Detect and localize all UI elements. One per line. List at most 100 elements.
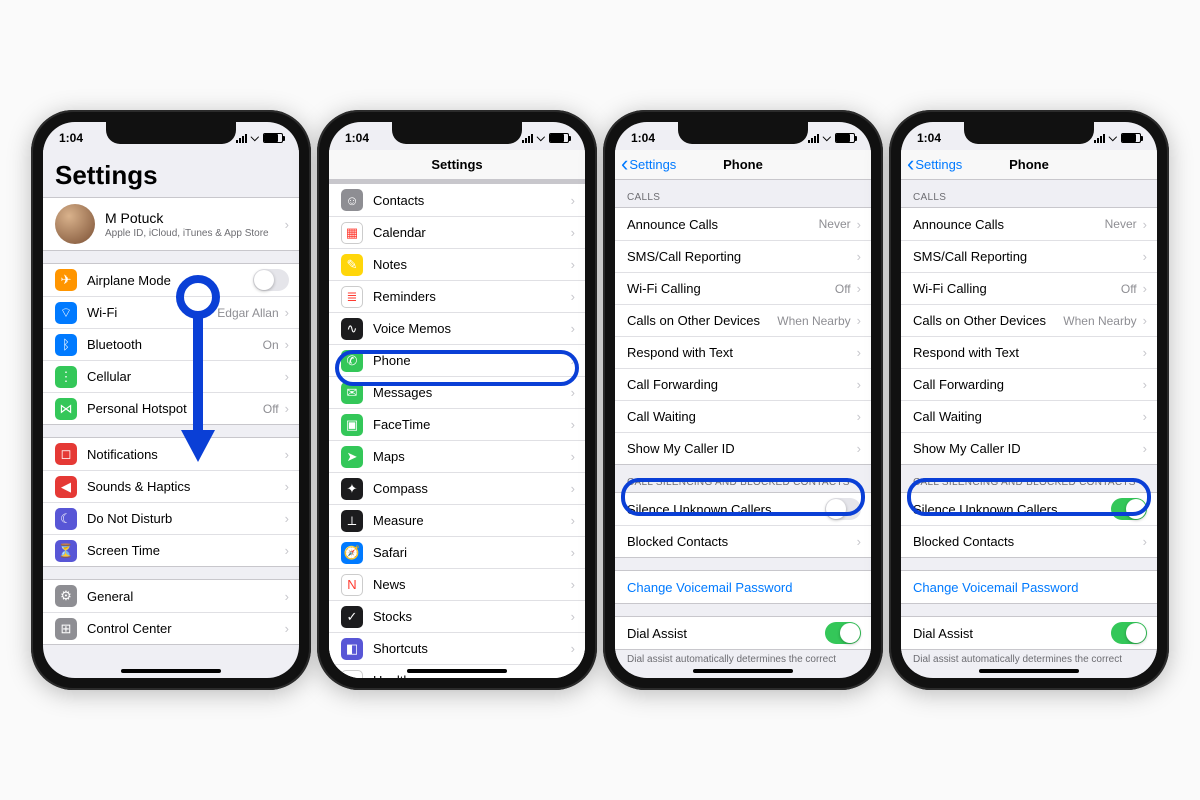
settings-row-compass[interactable]: ✦Compass› (329, 472, 585, 504)
row-otherdevices[interactable]: Calls on Other DevicesWhen Nearby› (901, 304, 1157, 336)
chevron-right-icon: › (571, 385, 575, 400)
row-wificalling[interactable]: Wi-Fi CallingOff› (615, 272, 871, 304)
row-smscall[interactable]: SMS/Call Reporting› (901, 240, 1157, 272)
settings-row-cellular[interactable]: ⋮Cellular› (43, 360, 299, 392)
hotspot-icon: ⋈ (55, 398, 77, 420)
user-name: M Potuck (105, 210, 279, 226)
airplane-toggle[interactable] (253, 269, 289, 291)
row-label: FaceTime (373, 417, 565, 432)
settings-row-shortcuts[interactable]: ◧Shortcuts› (329, 632, 585, 664)
settings-scroll[interactable]: Settings M Potuck Apple ID, iCloud, iTun… (43, 150, 299, 678)
apple-id-cell[interactable]: M Potuck Apple ID, iCloud, iTunes & App … (43, 198, 299, 250)
row-silence-unknown[interactable]: Silence Unknown Callers (901, 493, 1157, 525)
row-respondtext[interactable]: Respond with Text› (901, 336, 1157, 368)
settings-row-news[interactable]: NNews› (329, 568, 585, 600)
home-indicator[interactable] (407, 669, 507, 673)
settings-row-safari[interactable]: 🧭Safari› (329, 536, 585, 568)
airplane-icon: ✈︎ (55, 269, 77, 291)
row-respondtext[interactable]: Respond with Text› (615, 336, 871, 368)
settings-row-wifi[interactable]: ⌔Wi-FiEdgar Allan› (43, 296, 299, 328)
maps-icon: ➤ (341, 446, 363, 468)
row-value: Never (1105, 217, 1137, 231)
settings-row-airplane[interactable]: ✈︎ Airplane Mode (43, 264, 299, 296)
settings-row-general[interactable]: ⚙︎General› (43, 580, 299, 612)
silencing-section-header: CALL SILENCING AND BLOCKED CONTACTS (615, 465, 871, 492)
chevron-right-icon: › (571, 609, 575, 624)
settings-row-notes[interactable]: ✎Notes› (329, 248, 585, 280)
settings-row-voicememos[interactable]: ∿Voice Memos› (329, 312, 585, 344)
row-callwait[interactable]: Call Waiting› (901, 400, 1157, 432)
phone-settings-scroll[interactable]: CALLSAnnounce CallsNever›SMS/Call Report… (901, 180, 1157, 678)
settings-row-bluetooth[interactable]: ᛒBluetoothOn› (43, 328, 299, 360)
settings-row-measure[interactable]: ⟂Measure› (329, 504, 585, 536)
chevron-right-icon: › (285, 401, 289, 416)
chevron-right-icon: › (857, 441, 861, 456)
settings-scroll[interactable]: ☺︎Contacts›▦Calendar›✎Notes›≣Reminders›∿… (329, 180, 585, 678)
row-label: Shortcuts (373, 641, 565, 656)
home-indicator[interactable] (979, 669, 1079, 673)
row-otherdevices[interactable]: Calls on Other DevicesWhen Nearby› (615, 304, 871, 336)
settings-row-contacts[interactable]: ☺︎Contacts› (329, 184, 585, 216)
row-announce[interactable]: Announce CallsNever› (901, 208, 1157, 240)
chevron-right-icon: › (571, 321, 575, 336)
settings-row-screentime[interactable]: ⏳Screen Time› (43, 534, 299, 566)
row-value: Edgar Allan (217, 306, 278, 320)
row-change-voicemail[interactable]: Change Voicemail Password (901, 571, 1157, 603)
dial-assist-toggle[interactable] (1111, 622, 1147, 644)
row-smscall[interactable]: SMS/Call Reporting› (615, 240, 871, 272)
row-value: Off (1121, 282, 1137, 296)
settings-row-calendar[interactable]: ▦Calendar› (329, 216, 585, 248)
status-time: 1:04 (631, 131, 655, 145)
settings-row-phone[interactable]: ✆Phone› (329, 344, 585, 376)
row-callerid[interactable]: Show My Caller ID› (901, 432, 1157, 464)
silence-unknown-toggle[interactable] (825, 498, 861, 520)
settings-row-maps[interactable]: ➤Maps› (329, 440, 585, 472)
row-label: Control Center (87, 621, 279, 636)
row-label: Wi-Fi (87, 305, 217, 320)
row-label: Change Voicemail Password (913, 580, 1147, 595)
notch (106, 122, 236, 144)
back-button[interactable]: Settings (907, 150, 962, 179)
back-button[interactable]: Settings (621, 150, 676, 179)
settings-row-messages[interactable]: ✉︎Messages› (329, 376, 585, 408)
row-label: Dial Assist (913, 626, 1111, 641)
row-blocked-contacts[interactable]: Blocked Contacts› (901, 525, 1157, 557)
silence-unknown-toggle[interactable] (1111, 498, 1147, 520)
row-label: Airplane Mode (87, 273, 253, 288)
measure-icon: ⟂ (341, 510, 363, 532)
settings-row-sounds[interactable]: ◀︎Sounds & Haptics› (43, 470, 299, 502)
row-dial-assist[interactable]: Dial Assist (901, 617, 1157, 649)
home-indicator[interactable] (693, 669, 793, 673)
settings-row-dnd[interactable]: ☾Do Not Disturb› (43, 502, 299, 534)
cellular-icon: ⋮ (55, 366, 77, 388)
chevron-right-icon: › (571, 545, 575, 560)
row-blocked-contacts[interactable]: Blocked Contacts› (615, 525, 871, 557)
row-callfwd[interactable]: Call Forwarding› (901, 368, 1157, 400)
row-dial-assist[interactable]: Dial Assist (615, 617, 871, 649)
row-change-voicemail[interactable]: Change Voicemail Password (615, 571, 871, 603)
user-subtitle: Apple ID, iCloud, iTunes & App Store (105, 228, 279, 239)
row-label: Wi-Fi Calling (913, 281, 1121, 296)
row-announce[interactable]: Announce CallsNever› (615, 208, 871, 240)
chevron-right-icon: › (285, 479, 289, 494)
settings-row-reminders[interactable]: ≣Reminders› (329, 280, 585, 312)
row-callwait[interactable]: Call Waiting› (615, 400, 871, 432)
settings-row-notifications[interactable]: ◻︎Notifications› (43, 438, 299, 470)
home-indicator[interactable] (121, 669, 221, 673)
row-callerid[interactable]: Show My Caller ID› (615, 432, 871, 464)
settings-row-controlcenter[interactable]: ⊞Control Center› (43, 612, 299, 644)
row-label: Silence Unknown Callers (913, 502, 1111, 517)
row-value: When Nearby (777, 314, 850, 328)
row-silence-unknown[interactable]: Silence Unknown Callers (615, 493, 871, 525)
dial-assist-toggle[interactable] (825, 622, 861, 644)
row-wificalling[interactable]: Wi-Fi CallingOff› (901, 272, 1157, 304)
cellular-signal-icon (1094, 134, 1105, 143)
chevron-right-icon: › (571, 417, 575, 432)
settings-row-facetime[interactable]: ▣FaceTime› (329, 408, 585, 440)
dnd-icon: ☾ (55, 508, 77, 530)
phone-settings-scroll[interactable]: CALLSAnnounce CallsNever›SMS/Call Report… (615, 180, 871, 678)
settings-row-hotspot[interactable]: ⋈Personal HotspotOff› (43, 392, 299, 424)
settings-row-stocks[interactable]: ✓Stocks› (329, 600, 585, 632)
row-callfwd[interactable]: Call Forwarding› (615, 368, 871, 400)
calls-section-header: CALLS (615, 180, 871, 207)
